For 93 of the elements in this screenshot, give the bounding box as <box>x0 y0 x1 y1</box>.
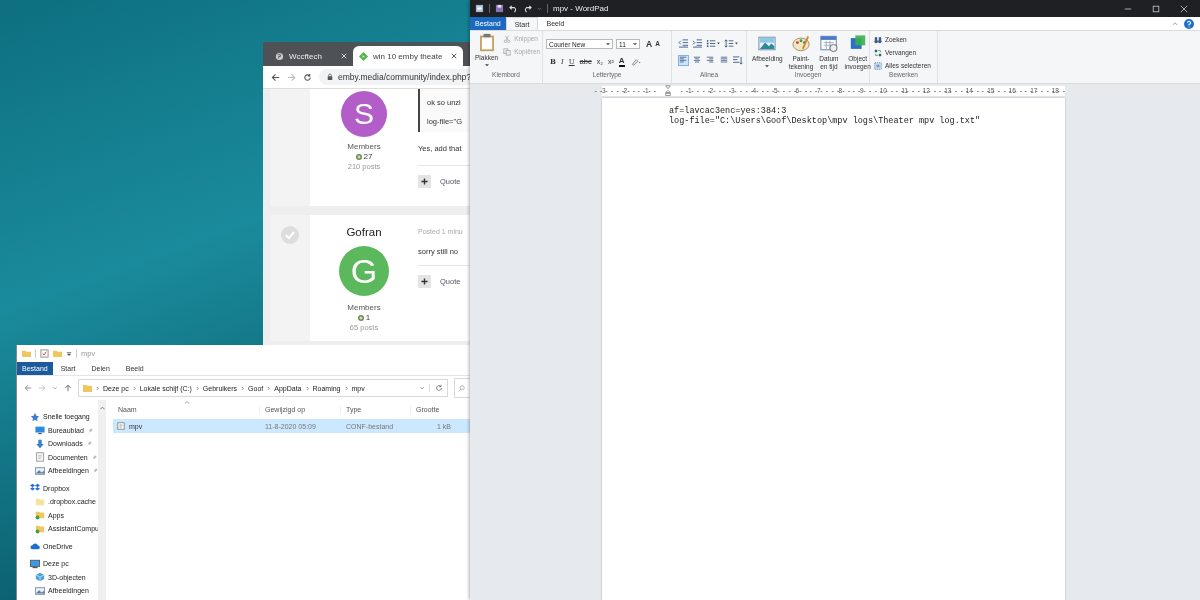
member-group: Members <box>347 303 381 313</box>
document-icon <box>117 422 125 430</box>
document-text-line: log-file="C:\Users\Goof\Desktop\mpv logs\Theater mpv log.txt" <box>669 116 982 126</box>
help-icon[interactable] <box>1184 18 1194 29</box>
dropdown-caret-icon <box>484 63 489 67</box>
folder-icon <box>83 383 92 393</box>
align-left-icon <box>679 56 688 64</box>
globe-icon <box>275 51 284 61</box>
dropdown-caret-icon <box>765 64 770 68</box>
properties-icon[interactable] <box>40 349 49 358</box>
star-icon <box>30 411 40 422</box>
scrollbar[interactable] <box>98 400 106 600</box>
member-group: Members <box>347 142 381 152</box>
increase-indent-icon[interactable] <box>692 38 703 48</box>
clipboard-icon <box>477 33 496 52</box>
align-right-icon <box>706 56 715 64</box>
dropdown-caret-icon[interactable] <box>66 350 72 357</box>
align-button[interactable] <box>718 54 729 66</box>
align-button[interactable] <box>691 54 703 66</box>
bullet-list-icon[interactable] <box>706 38 721 48</box>
picture-icon <box>758 34 777 53</box>
line-spacing-icon[interactable] <box>724 38 739 48</box>
reload-icon[interactable] <box>303 72 312 82</box>
binoculars-icon <box>874 35 882 44</box>
align-center-icon <box>692 56 701 64</box>
copy-icon <box>503 47 512 56</box>
check-circle-icon[interactable] <box>281 226 299 244</box>
grow-font-button[interactable]: A <box>646 39 653 49</box>
plus-icon <box>421 178 428 185</box>
close-icon[interactable] <box>451 53 457 59</box>
browser-tab[interactable]: win 10 emby theate <box>353 46 463 66</box>
synced-folder-icon <box>35 510 45 521</box>
monitor-icon <box>35 425 45 436</box>
chevron-icon <box>267 385 271 391</box>
cube-icon <box>35 572 45 583</box>
decrease-indent-icon[interactable] <box>678 38 689 48</box>
forward-arrow-icon[interactable] <box>287 72 296 82</box>
folder-icon <box>22 349 31 358</box>
chevron-icon <box>96 385 99 391</box>
replace-icon <box>874 48 882 57</box>
dropdown-caret-icon <box>633 42 637 46</box>
document-app-icon <box>475 4 484 13</box>
post-author[interactable]: Gofran <box>346 225 382 239</box>
download-arrow-icon <box>35 438 45 449</box>
align-button[interactable] <box>705 54 716 66</box>
search-icon <box>458 384 465 392</box>
chevron-icon <box>241 385 245 391</box>
indent-marker-icon[interactable] <box>665 85 672 97</box>
reputation-count: 27 <box>363 152 373 162</box>
folder-icon <box>35 496 45 507</box>
reputation-count: 1 <box>365 313 371 323</box>
palette-icon <box>792 34 810 53</box>
url-field[interactable]: emby.media/community/index.php? <box>319 69 470 85</box>
diamond-icon <box>359 51 368 61</box>
collapse-ribbon-icon[interactable] <box>1172 21 1178 26</box>
calendar-icon <box>819 34 838 53</box>
save-icon[interactable] <box>495 4 504 13</box>
computer-icon <box>30 558 40 569</box>
font-color-button[interactable]: A <box>618 57 625 67</box>
select-all-icon <box>874 61 882 70</box>
redo-icon[interactable] <box>523 4 532 13</box>
refresh-icon[interactable] <box>429 384 443 392</box>
scroll-up-icon[interactable] <box>99 406 105 410</box>
browser-tab[interactable]: Wccftech <box>269 46 353 66</box>
picture-icon <box>35 585 45 596</box>
sort-caret-icon <box>184 401 190 404</box>
back-arrow-icon[interactable] <box>271 72 280 82</box>
scissors-icon <box>503 34 512 43</box>
dropdown-caret-icon <box>606 42 610 46</box>
document-text-line: af=lavcac3enc=yes:384:3 <box>669 107 788 116</box>
chevron-icon <box>344 385 348 391</box>
undo-icon[interactable] <box>509 4 518 13</box>
chevron-icon <box>195 385 199 391</box>
up-arrow-icon[interactable] <box>64 384 72 392</box>
multiquote-button[interactable] <box>418 275 431 288</box>
document-icon <box>35 452 45 463</box>
align-button[interactable] <box>678 54 689 66</box>
align-justify-icon <box>719 56 728 64</box>
synced-folder-icon <box>35 523 45 534</box>
multiquote-button[interactable] <box>418 175 431 188</box>
avatar[interactable]: S <box>341 91 387 137</box>
plus-circle-icon <box>357 315 364 321</box>
paragraph-icon[interactable] <box>732 55 743 65</box>
picture-icon <box>35 465 45 476</box>
highlighter-icon[interactable] <box>629 58 641 66</box>
window-title: mpv - WordPad <box>553 4 609 13</box>
lock-icon <box>327 73 333 81</box>
chevron-icon <box>305 385 309 391</box>
plus-icon <box>421 278 428 285</box>
chevron-icon <box>132 385 136 391</box>
plus-circle-icon <box>355 154 362 160</box>
cloud-icon <box>30 541 40 552</box>
maximize-icon[interactable] <box>1152 4 1160 13</box>
